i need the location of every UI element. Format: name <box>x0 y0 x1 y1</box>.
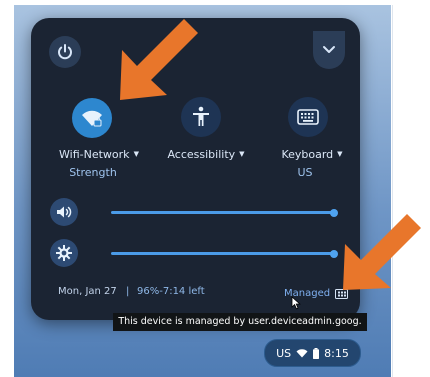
accessibility-tile-label[interactable]: Accessibility ▼ <box>146 148 266 161</box>
wifi-icon <box>296 348 308 357</box>
volume-button[interactable] <box>50 198 78 226</box>
managed-tooltip: This device is managed by user.deviceadm… <box>113 313 367 331</box>
keyboard-tile-label[interactable]: Keyboard ▼ <box>252 148 372 161</box>
brightness-slider-track[interactable] <box>111 252 335 255</box>
caret-down-icon: ▼ <box>337 150 343 158</box>
annotation-arrow-icon <box>343 214 421 290</box>
locale-label: US <box>276 346 292 360</box>
wifi-label-text: Wifi-Network <box>59 148 130 161</box>
wifi-tile-label[interactable]: Wifi-Network ▼ <box>39 148 159 161</box>
accessibility-icon <box>193 106 209 126</box>
battery-status-label: 96%-7:14 left <box>137 286 205 297</box>
caret-down-icon: ▼ <box>239 150 245 158</box>
caret-down-icon: ▼ <box>133 150 139 158</box>
wifi-tile-sublabel: Strength <box>69 166 117 179</box>
battery-icon <box>313 347 320 359</box>
date-label: Mon, Jan 27 <box>58 286 117 297</box>
window-edge <box>392 5 403 377</box>
wifi-lock-icon <box>82 110 102 127</box>
brightness-icon <box>56 245 72 261</box>
footer-separator: | <box>126 286 130 297</box>
brightness-slider-thumb[interactable] <box>330 250 338 258</box>
wifi-tile-button[interactable] <box>72 98 112 138</box>
clock-label: 8:15 <box>324 346 349 360</box>
accessibility-label-text: Accessibility <box>167 148 236 161</box>
annotation-arrow-icon <box>120 19 198 100</box>
volume-slider-track[interactable] <box>111 211 335 214</box>
volume-slider-thumb[interactable] <box>330 209 338 217</box>
power-icon <box>58 44 72 60</box>
keyboard-tile-button[interactable] <box>288 97 328 137</box>
keyboard-icon <box>297 109 319 125</box>
keyboard-tile-sublabel: US <box>297 166 313 179</box>
chevron-down-icon <box>323 46 335 53</box>
volume-icon <box>57 206 72 218</box>
collapse-button[interactable] <box>313 31 345 69</box>
mouse-cursor-icon <box>291 296 301 310</box>
keyboard-label-text: Keyboard <box>281 148 334 161</box>
brightness-button[interactable] <box>50 239 78 267</box>
power-button[interactable] <box>49 36 81 68</box>
system-tray-status[interactable]: US 8:15 <box>264 339 361 367</box>
